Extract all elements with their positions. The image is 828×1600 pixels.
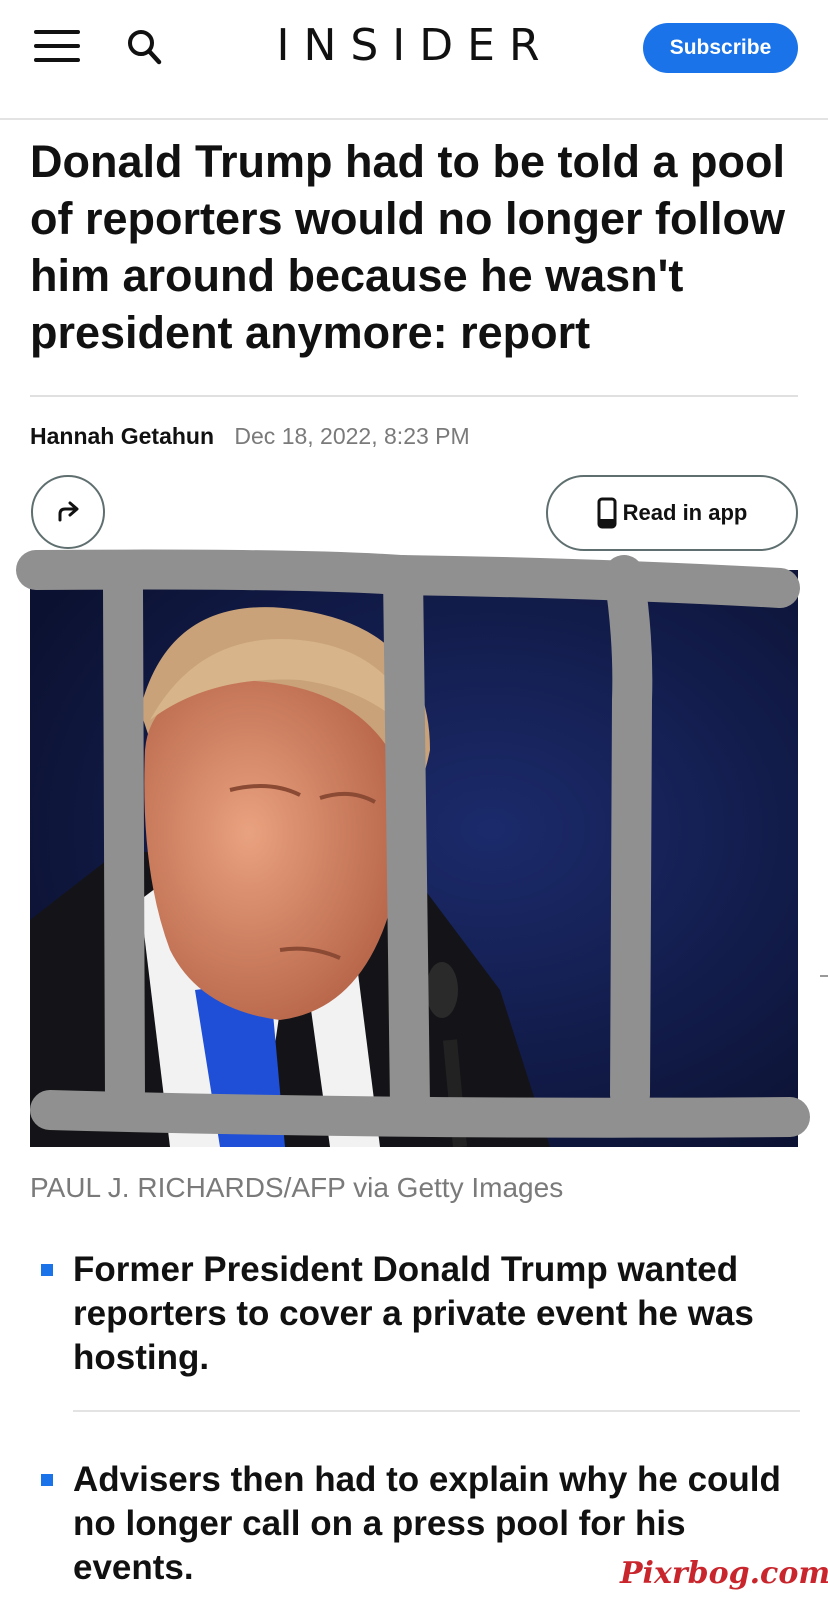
- phone-icon: [597, 497, 617, 529]
- watermark: Pixrbog.com: [620, 1556, 828, 1591]
- article-photo: [30, 570, 798, 1147]
- read-in-app-label: Read in app: [622, 500, 748, 525]
- photo-credit: PAUL J. RICHARDS/AFP via Getty Images: [30, 1172, 564, 1203]
- bullet-marker: [41, 1474, 53, 1486]
- menu-icon[interactable]: [34, 30, 80, 62]
- share-button[interactable]: [31, 475, 105, 549]
- article-headline: Donald Trump had to be told a pool of re…: [30, 136, 785, 358]
- site-header: INSIDER Subscribe: [0, 0, 828, 120]
- author-name[interactable]: Hannah Getahun: [30, 423, 214, 449]
- read-in-app-button[interactable]: Read in app: [546, 475, 798, 551]
- key-points-list: Former President Donald Trump wanted rep…: [30, 1248, 800, 1590]
- edge-tick: [820, 975, 828, 977]
- share-icon: [58, 501, 79, 522]
- bullet-text: Former President Donald Trump wanted rep…: [73, 1250, 754, 1377]
- publish-date: Dec 18, 2022, 8:23 PM: [234, 423, 470, 449]
- bullet-marker: [41, 1264, 53, 1276]
- search-icon[interactable]: [126, 28, 164, 68]
- subscribe-button[interactable]: Subscribe: [643, 23, 798, 73]
- insider-logo[interactable]: INSIDER: [250, 20, 580, 71]
- headline-divider: [30, 395, 798, 397]
- list-item: Former President Donald Trump wanted rep…: [30, 1248, 800, 1380]
- bullet-divider: [73, 1410, 800, 1412]
- byline: Hannah Getahun Dec 18, 2022, 8:23 PM: [30, 423, 470, 453]
